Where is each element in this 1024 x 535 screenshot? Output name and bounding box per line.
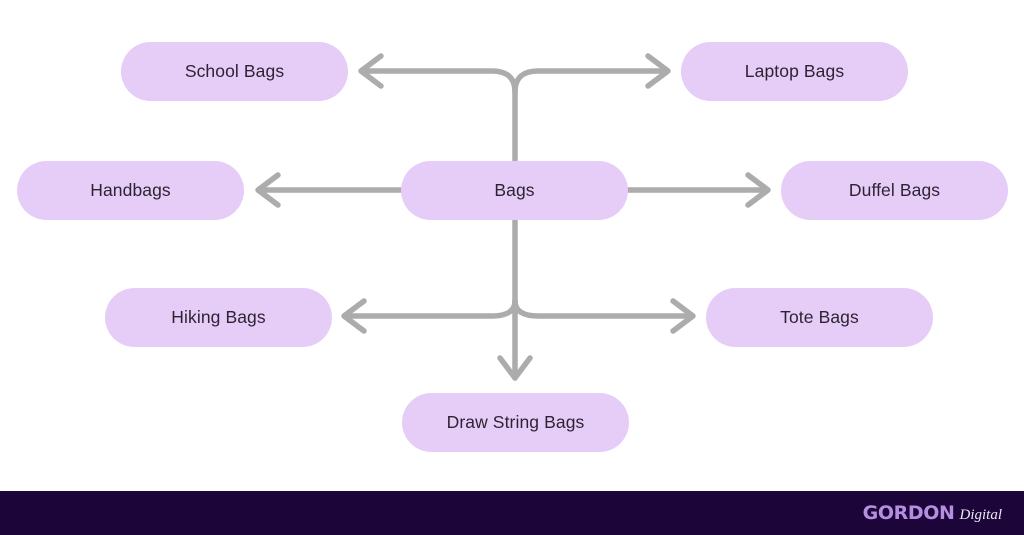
node-laptop-bags[interactable]: Laptop Bags [681,42,908,101]
diagram-canvas: School Bags Laptop Bags Handbags Bags Du… [0,0,1024,491]
node-bags-root[interactable]: Bags [401,161,628,220]
node-label: Draw String Bags [446,411,585,432]
node-duffel-bags[interactable]: Duffel Bags [781,161,1008,220]
edge-bags-to-hiking-bags [346,298,518,319]
node-label: Bags [494,179,535,200]
node-hiking-bags[interactable]: Hiking Bags [105,288,332,347]
node-label: Laptop Bags [744,60,845,81]
edge-bags-to-tote-bags [512,298,691,319]
edge-bags-to-school-bags [363,68,518,95]
node-label: Handbags [90,179,171,200]
node-label: Hiking Bags [171,306,266,327]
brand-logo: GORDON Digital [863,502,1002,524]
node-handbags[interactable]: Handbags [17,161,244,220]
node-school-bags[interactable]: School Bags [121,42,348,101]
logo-wordmark-secondary: Digital [959,507,1002,523]
footer-bar: GORDON Digital [0,491,1024,535]
logo-wordmark-primary: GORDON [862,502,955,524]
node-draw-string-bags[interactable]: Draw String Bags [402,393,629,452]
node-label: Duffel Bags [848,179,941,200]
node-label: School Bags [184,60,285,81]
edge-bags-to-laptop-bags [512,68,666,95]
node-tote-bags[interactable]: Tote Bags [706,288,933,347]
node-label: Tote Bags [780,306,859,327]
